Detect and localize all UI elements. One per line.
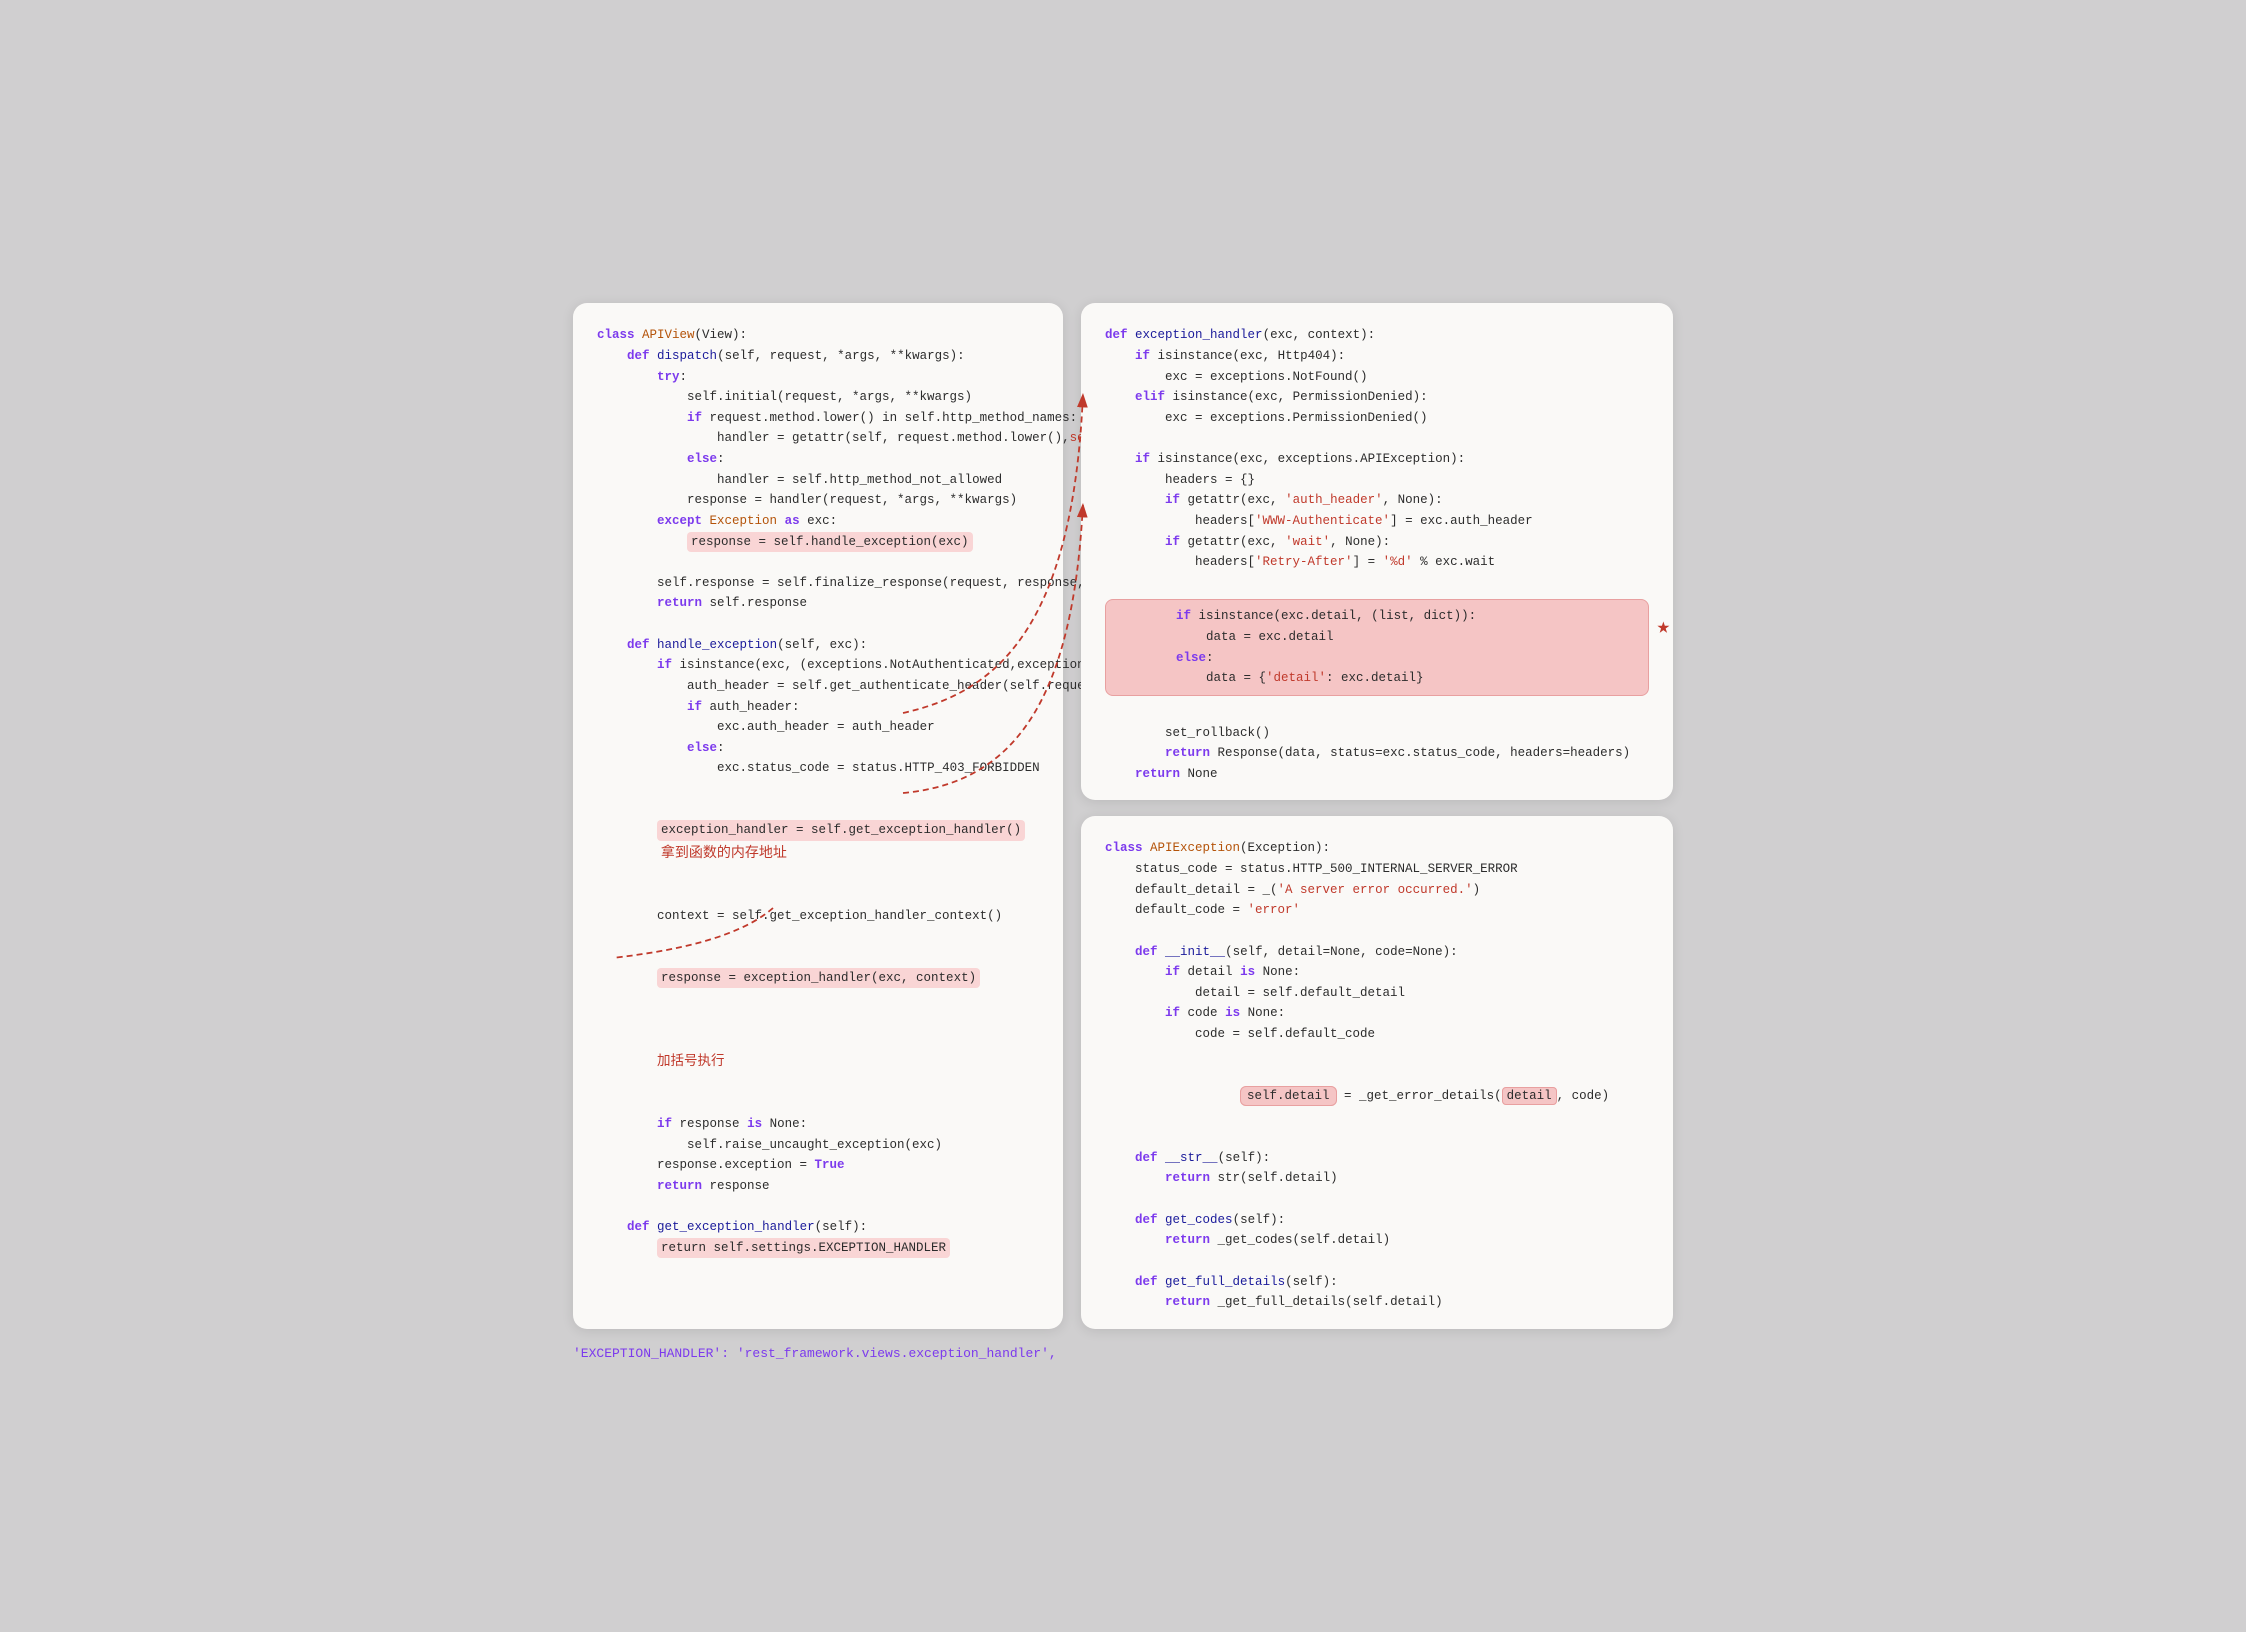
code-line: ​	[597, 1093, 1039, 1114]
code-line: if getattr(exc, 'auth_header', None):	[1105, 490, 1649, 511]
code-line: def __init__(self, detail=None, code=Non…	[1105, 942, 1649, 963]
code-line: self.response = self.finalize_response(r…	[597, 573, 1039, 594]
code-line: ​	[1105, 573, 1649, 594]
right-top-code: def exception_handler(exc, context): if …	[1105, 325, 1649, 784]
code-line: elif isinstance(exc, PermissionDenied):	[1105, 387, 1649, 408]
right-column: def exception_handler(exc, context): if …	[1081, 303, 1673, 1329]
code-line: return _get_full_details(self.detail)	[1105, 1292, 1649, 1313]
code-line: if detail is None:	[1105, 962, 1649, 983]
self-detail-highlight: self.detail	[1240, 1086, 1337, 1106]
code-line: else:	[1116, 648, 1638, 669]
code-line: try:	[597, 367, 1039, 388]
code-line: return _get_codes(self.detail)	[1105, 1230, 1649, 1251]
code-line: ​	[1105, 1045, 1649, 1066]
code-line-self-detail: self.detail = _get_error_details(detail,…	[1105, 1065, 1649, 1127]
code-line: ​	[1105, 1189, 1649, 1210]
code-line-exception-handler: exception_handler = self.get_exception_h…	[597, 800, 1039, 886]
code-line: self.raise_uncaught_exception(exc)	[597, 1135, 1039, 1156]
code-line: else:	[597, 449, 1039, 470]
right-bottom-code: class APIException(Exception): status_co…	[1105, 838, 1649, 1312]
code-line: headers['Retry-After'] = '%d' % exc.wait	[1105, 552, 1649, 573]
code-line: if request.method.lower() in self.http_m…	[597, 408, 1039, 429]
code-line: def handle_exception(self, exc):	[597, 635, 1039, 656]
code-line: def exception_handler(exc, context):	[1105, 325, 1649, 346]
code-line: def __str__(self):	[1105, 1148, 1649, 1169]
code-line: context = self.get_exception_handler_con…	[597, 906, 1039, 927]
code-line: if isinstance(exc, Http404):	[1105, 346, 1649, 367]
code-line: ​	[1105, 921, 1649, 942]
right-bottom-panel: class APIException(Exception): status_co…	[1081, 816, 1673, 1328]
annotation-execute-line: 加括号执行	[597, 1009, 1039, 1094]
code-line: ​	[1105, 1127, 1649, 1148]
code-line: status_code = status.HTTP_500_INTERNAL_S…	[1105, 859, 1649, 880]
right-top-panel: def exception_handler(exc, context): if …	[1081, 303, 1673, 800]
code-line: code = self.default_code	[1105, 1024, 1649, 1045]
code-line: self.initial(request, *args, **kwargs)	[597, 387, 1039, 408]
code-line: else:	[597, 738, 1039, 759]
code-line: data = exc.detail	[1116, 627, 1638, 648]
detail-highlight: detail	[1502, 1087, 1557, 1105]
code-line: handler = self.http_method_not_allowed	[597, 470, 1039, 491]
code-line: if response is None:	[597, 1114, 1039, 1135]
code-line: if code is None:	[1105, 1003, 1649, 1024]
code-line: if isinstance(exc.detail, (list, dict)):	[1116, 606, 1638, 627]
star-icon: ★	[1657, 610, 1670, 646]
code-line: default_detail = _('A server error occur…	[1105, 880, 1649, 901]
highlight-block: ★ if isinstance(exc.detail, (list, dict)…	[1105, 599, 1649, 696]
code-line: exc = exceptions.NotFound()	[1105, 367, 1649, 388]
code-line: def get_codes(self):	[1105, 1210, 1649, 1231]
code-line: return None	[1105, 764, 1649, 785]
code-line: return self.response	[597, 593, 1039, 614]
code-line: except Exception as exc:	[597, 511, 1039, 532]
left-code-block: class APIView(View): def dispatch(self, …	[597, 325, 1039, 1258]
code-line: ​	[1105, 1251, 1649, 1272]
code-line: ​	[597, 885, 1039, 906]
code-line: ​	[597, 552, 1039, 573]
code-line-return-handler: return self.settings.EXCEPTION_HANDLER	[597, 1238, 1039, 1259]
code-line: headers = {}	[1105, 470, 1649, 491]
code-line: auth_header = self.get_authenticate_head…	[597, 676, 1039, 697]
code-line: exc.status_code = status.HTTP_403_FORBID…	[597, 758, 1039, 779]
code-line: ​	[1105, 428, 1649, 449]
code-line: def dispatch(self, request, *args, **kwa…	[597, 346, 1039, 367]
code-line: class APIView(View):	[597, 325, 1039, 346]
code-line: detail = self.default_detail	[1105, 983, 1649, 1004]
code-line-response: response = exception_handler(exc, contex…	[597, 947, 1039, 1009]
code-line: default_code = 'error'	[1105, 900, 1649, 921]
code-line: ​	[597, 614, 1039, 635]
annotation-execute: 加括号执行	[657, 1053, 725, 1068]
code-line: headers['WWW-Authenticate'] = exc.auth_h…	[1105, 511, 1649, 532]
code-line: handler = getattr(self, request.method.l…	[597, 428, 1039, 449]
code-line: set_rollback()	[1105, 723, 1649, 744]
code-line: return Response(data, status=exc.status_…	[1105, 743, 1649, 764]
code-line: return str(self.detail)	[1105, 1168, 1649, 1189]
code-line: if getattr(exc, 'wait', None):	[1105, 532, 1649, 553]
left-panel: class APIView(View): def dispatch(self, …	[573, 303, 1063, 1329]
exception-handler-setting: 'EXCEPTION_HANDLER': 'rest_framework.vie…	[573, 1346, 1057, 1361]
code-line: def get_full_details(self):	[1105, 1272, 1649, 1293]
code-line: data = {'detail': exc.detail}	[1116, 668, 1638, 689]
code-line: if auth_header:	[597, 697, 1039, 718]
code-line: return response	[597, 1176, 1039, 1197]
code-line: response = handler(request, *args, **kwa…	[597, 490, 1039, 511]
code-line-highlight-exception: response = self.handle_exception(exc)	[597, 532, 1039, 553]
code-line: ​	[1105, 702, 1649, 723]
code-line: ​	[597, 1197, 1039, 1218]
annotation-memory: 拿到函数的内存地址	[657, 844, 787, 860]
main-container: class APIView(View): def dispatch(self, …	[573, 303, 1673, 1329]
code-line: response.exception = True	[597, 1155, 1039, 1176]
code-line: ​	[597, 779, 1039, 800]
code-line: class APIException(Exception):	[1105, 838, 1649, 859]
code-line: ​	[597, 926, 1039, 947]
code-line: exc.auth_header = auth_header	[597, 717, 1039, 738]
code-line: if isinstance(exc, (exceptions.NotAuthen…	[597, 655, 1039, 676]
code-line: def get_exception_handler(self):	[597, 1217, 1039, 1238]
code-line: if isinstance(exc, exceptions.APIExcepti…	[1105, 449, 1649, 470]
code-line: exc = exceptions.PermissionDenied()	[1105, 408, 1649, 429]
